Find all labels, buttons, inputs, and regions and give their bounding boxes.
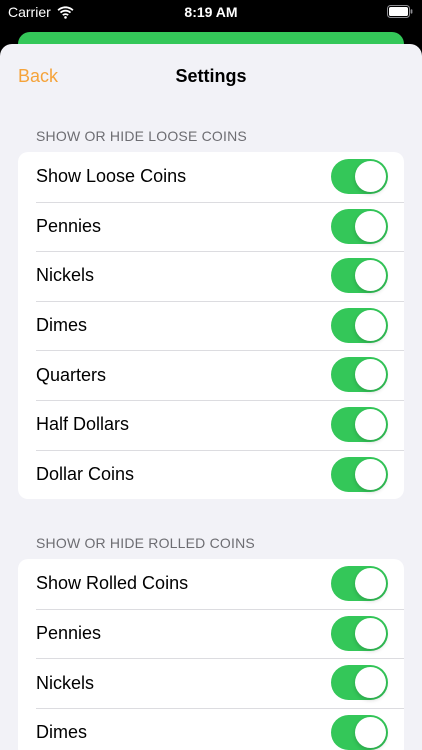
toggle-knob [355,161,386,192]
row-loose-half-dollars: Half Dollars [18,399,404,450]
toggle-knob [355,408,386,440]
rolled-pennies-toggle[interactable] [331,615,388,651]
row-label: Nickels [36,265,95,286]
row-label: Dollar Coins [36,463,135,484]
settings-sheet: Back Settings SHOW OR HIDE LOOSE COINS S… [0,44,422,750]
loose-coins-group: Show Loose Coins Pennies Nickels Dimes Q… [18,152,404,500]
row-label: Nickels [36,672,95,693]
loose-nickels-toggle[interactable] [331,258,388,294]
row-loose-dollar-coins: Dollar Coins [18,449,404,500]
row-loose-pennies: Pennies [18,201,404,252]
toggle-knob [355,309,386,341]
row-label: Dimes [36,315,88,336]
rolled-coins-group: Show Rolled Coins Pennies Nickels Dimes [18,559,404,750]
row-show-loose-coins: Show Loose Coins [18,152,404,202]
page-title: Settings [175,66,247,86]
section-header-loose-coins: SHOW OR HIDE LOOSE COINS [36,128,247,144]
toggle-knob [355,568,386,600]
row-rolled-dimes: Dimes [18,707,404,750]
toggle-knob [355,260,386,292]
row-label: Show Rolled Coins [36,573,189,594]
toggle-knob [355,617,386,649]
row-label: Dimes [36,722,88,743]
row-label: Quarters [36,364,107,385]
toggle-knob [355,667,386,699]
rolled-dimes-toggle[interactable] [331,714,388,750]
loose-pennies-toggle[interactable] [331,208,388,244]
row-label: Pennies [36,215,102,236]
row-loose-dimes: Dimes [18,300,404,351]
section-header-rolled-coins: SHOW OR HIDE ROLLED COINS [36,535,255,552]
navigation-bar: Back Settings [0,44,422,110]
loose-half-dollars-toggle[interactable] [331,406,388,442]
row-label: Half Dollars [36,414,130,435]
row-rolled-nickels: Nickels [18,658,404,708]
loose-quarters-toggle[interactable] [331,357,388,393]
row-loose-quarters: Quarters [18,350,404,400]
battery-icon [387,5,413,18]
show-rolled-coins-toggle[interactable] [331,566,388,602]
row-rolled-pennies: Pennies [18,608,404,659]
row-label: Show Loose Coins [36,166,187,187]
screen: Carrier 8:19 AM Back Settings SHOW OR HI… [0,0,422,750]
row-label: Pennies [36,623,102,644]
loose-dimes-toggle[interactable] [331,307,388,343]
loose-dollar-coins-toggle[interactable] [331,456,388,492]
status-bar: Carrier 8:19 AM [0,0,422,26]
rolled-nickels-toggle[interactable] [331,665,388,701]
show-loose-coins-toggle[interactable] [331,159,388,194]
toggle-knob [355,458,386,490]
status-time: 8:19 AM [184,4,238,20]
toggle-knob [355,359,386,391]
row-loose-nickels: Nickels [18,251,404,301]
row-show-rolled-coins: Show Rolled Coins [18,559,404,609]
toggle-knob [355,210,386,242]
toggle-knob [355,716,386,748]
